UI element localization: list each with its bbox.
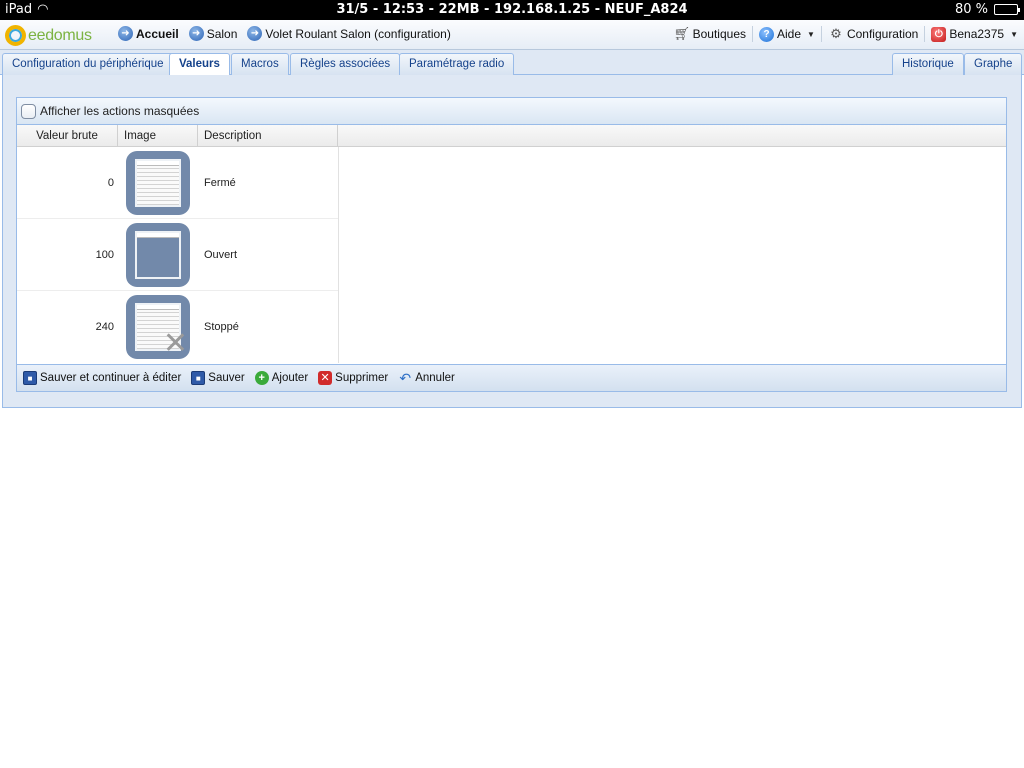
arrow-circle-icon: ➜ — [118, 26, 133, 41]
raw-value-cell[interactable]: 100 — [17, 219, 118, 291]
table-row[interactable]: 240 ✕ Stoppé — [17, 291, 338, 363]
caret-down-icon: ▼ — [1010, 29, 1018, 39]
breadcrumb: ➜ Accueil ➜ Salon ➜ Volet Roulant Salon … — [118, 26, 451, 41]
table-row[interactable]: 100 Ouvert — [17, 219, 338, 291]
grid-bottom-toolbar: ■ Sauver et continuer à éditer ■ Sauver … — [17, 364, 1006, 391]
description-cell[interactable]: Fermé — [198, 147, 338, 219]
delete-x-icon: ✕ — [318, 371, 333, 385]
cross-icon: ✕ — [162, 327, 188, 360]
gear-icon: ⚙ — [830, 26, 842, 41]
app-toolbar: eedomus ➜ Accueil ➜ Salon ➜ Volet Roulan… — [0, 20, 1024, 50]
power-icon: ⏻ — [931, 26, 947, 42]
shutter-closed-icon[interactable] — [126, 151, 190, 215]
caret-down-icon: ▼ — [807, 29, 815, 39]
show-hidden-actions-checkbox[interactable] — [21, 103, 36, 119]
save-and-continue-button[interactable]: ■ Sauver et continuer à éditer — [23, 371, 181, 385]
raw-value-cell[interactable]: 240 — [17, 291, 118, 363]
column-header-raw-value[interactable]: Valeur brute — [17, 125, 118, 147]
tab-macros[interactable]: Macros — [231, 53, 289, 75]
ios-status-bar: iPad ◠ 31/5 - 12:53 - 22MB - 192.168.1.2… — [0, 0, 1024, 20]
grid-header: Valeur brute Image Description — [17, 125, 1006, 147]
user-menu[interactable]: ⏻ Bena2375 ▼ — [931, 26, 1018, 42]
tab-history[interactable]: Historique — [892, 53, 964, 75]
description-cell[interactable]: Ouvert — [198, 219, 338, 291]
values-grid: Afficher les actions masquées Valeur bru… — [16, 97, 1007, 392]
cart-icon: 🛒︎ — [673, 26, 691, 41]
add-button[interactable]: + Ajouter — [254, 371, 308, 385]
cancel-button[interactable]: ↶ Annuler — [398, 371, 455, 385]
grid-top-toolbar: Afficher les actions masquées — [17, 98, 1006, 125]
grid-rows: 0 Fermé 100 Ouvert 240 ✕ Stoppé — [17, 147, 1006, 363]
breadcrumb-room[interactable]: ➜ Salon — [188, 26, 237, 41]
logo-text: eedomus — [28, 26, 92, 44]
logo-ring-icon — [5, 25, 26, 46]
arrow-circle-icon: ➜ — [247, 26, 263, 41]
help-icon: ? — [759, 26, 774, 42]
shutter-stopped-icon[interactable]: ✕ — [126, 295, 190, 359]
battery-percent: 80 % — [954, 2, 988, 17]
tab-associated-rules[interactable]: Règles associées — [290, 53, 401, 75]
arrow-circle-icon: ➜ — [188, 26, 204, 41]
show-hidden-actions-label[interactable]: Afficher les actions masquées — [40, 104, 199, 118]
plus-circle-icon: + — [254, 371, 269, 385]
column-header-image[interactable]: Image — [118, 125, 198, 147]
battery-icon — [994, 4, 1020, 15]
tab-device-configuration[interactable]: Configuration du périphérique — [2, 53, 174, 75]
tab-graph[interactable]: Graphe — [964, 53, 1023, 75]
eedomus-logo[interactable]: eedomus — [5, 25, 92, 46]
tab-values[interactable]: Valeurs — [169, 53, 230, 76]
toolbar-separator — [924, 26, 926, 42]
save-button[interactable]: ■ Sauver — [191, 371, 245, 385]
column-header-description[interactable]: Description — [198, 125, 338, 147]
breadcrumb-device[interactable]: ➜ Volet Roulant Salon (configuration) — [247, 26, 451, 41]
toolbar-separator — [820, 26, 822, 42]
breadcrumb-home[interactable]: ➜ Accueil — [118, 26, 179, 41]
status-center-text: 31/5 - 12:53 - 22MB - 192.168.1.25 - NEU… — [336, 2, 688, 17]
shops-menu[interactable]: 🛒︎ Boutiques — [673, 26, 746, 42]
shutter-open-icon[interactable] — [126, 223, 190, 287]
floppy-disk-icon: ■ — [191, 371, 206, 385]
toolbar-right-menu: 🛒︎ Boutiques ? Aide ▼ ⚙ Configuration ⏻ … — [674, 26, 1018, 42]
table-row[interactable]: 0 Fermé — [17, 147, 338, 219]
help-menu[interactable]: ? Aide ▼ — [759, 26, 815, 42]
description-cell[interactable]: Stoppé — [198, 291, 338, 363]
floppy-disk-icon: ■ — [23, 371, 37, 385]
undo-icon: ↶ — [399, 370, 412, 386]
configuration-menu[interactable]: ⚙ Configuration — [828, 26, 918, 42]
tab-bar: Configuration du périphérique Valeurs Ma… — [0, 50, 1024, 76]
raw-value-cell[interactable]: 0 — [17, 147, 118, 219]
delete-button[interactable]: ✕ Supprimer — [318, 371, 388, 385]
toolbar-separator — [752, 26, 753, 42]
tab-radio-settings[interactable]: Paramétrage radio — [399, 53, 515, 75]
